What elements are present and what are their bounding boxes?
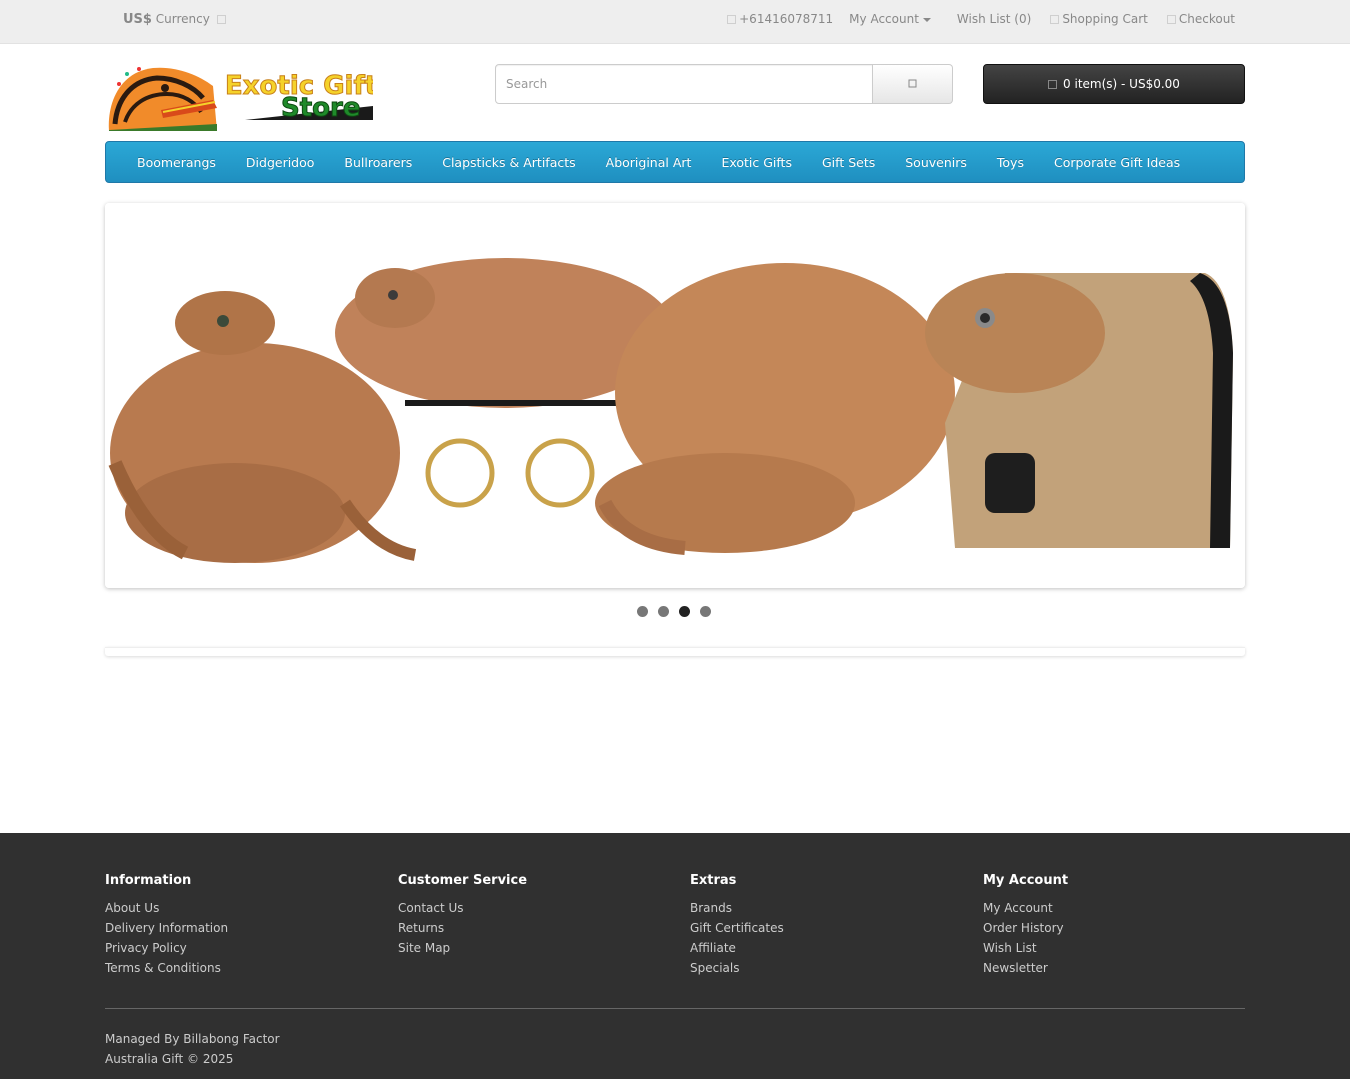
toad-bag-right-image bbox=[925, 273, 1233, 548]
shopping-cart-link[interactable]: Shopping Cart bbox=[1047, 12, 1148, 26]
footer-heading: Information bbox=[105, 873, 192, 888]
checkout-label: Checkout bbox=[1178, 12, 1235, 26]
menu-item-aboriginal-art[interactable]: Aboriginal Art bbox=[591, 155, 707, 170]
footer-link-about-us[interactable]: About Us bbox=[105, 898, 228, 918]
currency-symbol: US$ bbox=[123, 12, 152, 27]
checkout-link[interactable]: Checkout bbox=[1164, 12, 1235, 26]
menu-item-boomerangs[interactable]: Boomerangs bbox=[122, 155, 231, 170]
footer-link-returns[interactable]: Returns bbox=[398, 918, 527, 938]
footer-link-specials[interactable]: Specials bbox=[690, 958, 784, 978]
footer-link-newsletter[interactable]: Newsletter bbox=[983, 958, 1068, 978]
wishlist-label: Wish List (0) bbox=[956, 12, 1032, 26]
slideshow-banner[interactable] bbox=[105, 203, 1245, 588]
slideshow-pagination bbox=[637, 606, 711, 617]
store-logo[interactable]: Exotic Gifts Store bbox=[105, 64, 393, 131]
cart-summary-button[interactable]: 0 item(s) - US$0.00 bbox=[983, 64, 1245, 104]
slide-dot-3[interactable] bbox=[679, 606, 690, 617]
top-bar: US$ Currency +61416078711 My Account Wis… bbox=[0, 0, 1350, 44]
footer-link-privacy[interactable]: Privacy Policy bbox=[105, 938, 228, 958]
footer-powered-by: Managed By Billabong Factor Australia Gi… bbox=[105, 1029, 280, 1069]
caret-down-icon bbox=[922, 17, 931, 22]
currency-selector[interactable]: US$ Currency bbox=[123, 12, 229, 27]
search-icon bbox=[908, 79, 916, 88]
footer-heading: Extras bbox=[690, 873, 737, 888]
footer-link-brands[interactable]: Brands bbox=[690, 898, 784, 918]
heart-icon bbox=[950, 16, 954, 23]
phone-link[interactable]: +61416078711 bbox=[724, 12, 833, 26]
main-menu: Boomerangs Didgeridoo Bullroarers Clapst… bbox=[105, 141, 1245, 183]
footer-column-information: Information About Us Delivery Informatio… bbox=[105, 873, 228, 978]
footer-link-delivery[interactable]: Delivery Information bbox=[105, 918, 228, 938]
menu-item-souvenirs[interactable]: Souvenirs bbox=[890, 155, 982, 170]
currency-label: Currency bbox=[155, 12, 210, 26]
logo-graphic: Exotic Gifts Store bbox=[108, 67, 393, 131]
menu-item-corporate-gifts[interactable]: Corporate Gift Ideas bbox=[1039, 155, 1195, 170]
cart-icon bbox=[1048, 79, 1058, 89]
menu-item-bullroarers[interactable]: Bullroarers bbox=[329, 155, 427, 170]
top-links: +61416078711 My Account Wish List (0) Sh… bbox=[724, 12, 1235, 26]
slide-dot-4[interactable] bbox=[700, 606, 711, 617]
menu-item-gift-sets[interactable]: Gift Sets bbox=[807, 155, 890, 170]
site-footer: Information About Us Delivery Informatio… bbox=[0, 833, 1350, 1079]
footer-link-sitemap[interactable]: Site Map bbox=[398, 938, 527, 958]
copyright-text: Australia Gift © 2025 bbox=[105, 1052, 234, 1066]
footer-heading: My Account bbox=[983, 873, 1069, 888]
menu-item-clapsticks[interactable]: Clapsticks & Artifacts bbox=[427, 155, 590, 170]
my-account-dropdown[interactable]: My Account bbox=[849, 12, 931, 26]
footer-link-gift-certificates[interactable]: Gift Certificates bbox=[690, 918, 784, 938]
slide-dot-2[interactable] bbox=[658, 606, 669, 617]
logo-text-secondary: Store bbox=[281, 93, 360, 123]
shopping-cart-label: Shopping Cart bbox=[1062, 12, 1148, 26]
footer-link-contact[interactable]: Contact Us bbox=[398, 898, 527, 918]
search-button[interactable] bbox=[873, 64, 953, 104]
my-account-label: My Account bbox=[849, 12, 919, 26]
footer-link-affiliate[interactable]: Affiliate bbox=[690, 938, 784, 958]
slide-dot-1[interactable] bbox=[637, 606, 648, 617]
footer-divider bbox=[105, 1008, 1245, 1009]
brand-carousel-strip bbox=[105, 647, 1245, 656]
wishlist-link[interactable]: Wish List (0) bbox=[947, 12, 1031, 26]
footer-heading: Customer Service bbox=[398, 873, 528, 888]
footer-column-my-account: My Account My Account Order History Wish… bbox=[983, 873, 1068, 978]
menu-item-toys[interactable]: Toys bbox=[982, 155, 1039, 170]
cart-icon bbox=[1050, 15, 1060, 24]
slide-image bbox=[105, 203, 1245, 588]
cart-summary-label: 0 item(s) - US$0.00 bbox=[1063, 77, 1180, 91]
menu-item-exotic-gifts[interactable]: Exotic Gifts bbox=[706, 155, 807, 170]
phone-icon bbox=[727, 15, 737, 24]
menu-item-didgeridoo[interactable]: Didgeridoo bbox=[231, 155, 330, 170]
search-input[interactable] bbox=[495, 64, 873, 104]
managed-by-text: Managed By Billabong Factor bbox=[105, 1032, 280, 1046]
footer-column-customer-service: Customer Service Contact Us Returns Site… bbox=[398, 873, 527, 958]
phone-number: +61416078711 bbox=[739, 12, 834, 26]
logo-emblem bbox=[108, 67, 217, 131]
footer-column-extras: Extras Brands Gift Certificates Affiliat… bbox=[690, 873, 784, 978]
footer-link-wish-list[interactable]: Wish List bbox=[983, 938, 1068, 958]
caret-down-icon bbox=[216, 15, 226, 24]
footer-link-order-history[interactable]: Order History bbox=[983, 918, 1068, 938]
footer-link-my-account[interactable]: My Account bbox=[983, 898, 1068, 918]
footer-link-terms[interactable]: Terms & Conditions bbox=[105, 958, 228, 978]
share-icon bbox=[1166, 15, 1176, 24]
